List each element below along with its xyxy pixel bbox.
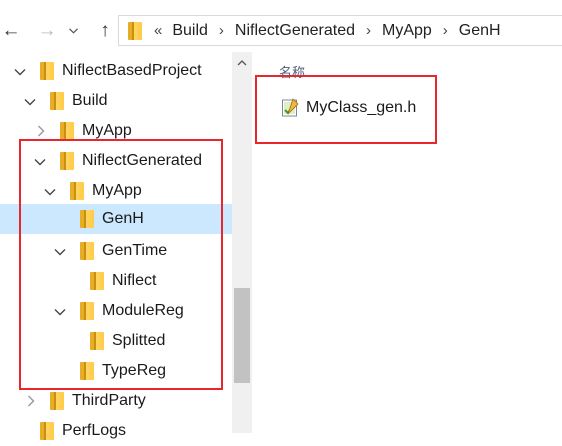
folder-icon: [40, 62, 54, 80]
tree-item-niflect[interactable]: Niflect: [0, 266, 232, 296]
navigation-tree: NiflectBasedProject Build MyApp NiflectG…: [0, 52, 232, 440]
folder-icon: [40, 422, 54, 440]
navigation-bar: ← → ↑ « Build › NiflectGenerated › MyApp…: [0, 0, 562, 60]
forward-button[interactable]: →: [36, 18, 58, 44]
scroll-up-button[interactable]: [232, 52, 252, 74]
column-header-name[interactable]: 名称: [279, 62, 305, 81]
tree-item-label: GenH: [102, 210, 144, 227]
tree-item-label: PerfLogs: [62, 422, 127, 439]
scrollbar-thumb[interactable]: [234, 288, 250, 383]
folder-icon: [60, 122, 74, 140]
folder-icon: [128, 21, 142, 40]
chevron-down-icon: [68, 28, 78, 34]
tree-item-label: MyApp: [92, 182, 142, 199]
folder-icon: [80, 210, 94, 228]
tree-item-niflectgenerated[interactable]: NiflectGenerated: [0, 146, 232, 176]
chevron-down-icon[interactable]: [34, 156, 46, 168]
tree-item-build[interactable]: Build: [0, 86, 232, 116]
tree-item-label: TypeReg: [102, 362, 167, 379]
tree-item-genh[interactable]: GenH: [0, 204, 232, 234]
arrow-up-icon: ↑: [100, 20, 110, 41]
chevron-down-icon[interactable]: [14, 66, 26, 78]
tree-item-modulereg[interactable]: ModuleReg: [0, 296, 232, 326]
folder-icon: [70, 182, 84, 200]
breadcrumb-separator[interactable]: ›: [443, 22, 448, 39]
file-name: MyClass_gen.h: [306, 99, 417, 116]
breadcrumb-separator[interactable]: ›: [366, 22, 371, 39]
address-bar[interactable]: « Build › NiflectGenerated › MyApp › Gen…: [118, 15, 562, 46]
tree-item-typereg[interactable]: TypeReg: [0, 356, 232, 386]
folder-icon: [60, 152, 74, 170]
tree-item-splitted[interactable]: Splitted: [0, 326, 232, 356]
folder-icon: [80, 302, 94, 320]
arrow-right-icon: →: [37, 20, 57, 41]
tree-item-label: ThirdParty: [72, 392, 146, 409]
folder-icon: [80, 242, 94, 260]
tree-item-label: Niflect: [112, 272, 157, 289]
tree-item-label: MyApp: [82, 122, 132, 139]
breadcrumb-myapp[interactable]: MyApp: [382, 22, 432, 40]
folder-icon: [50, 392, 64, 410]
chevron-up-icon: [237, 60, 247, 66]
folder-icon: [90, 272, 104, 290]
chevron-down-icon[interactable]: [44, 186, 56, 198]
breadcrumb-separator[interactable]: ›: [219, 22, 224, 39]
tree-item-gentime[interactable]: GenTime: [0, 236, 232, 266]
chevron-right-icon[interactable]: [35, 125, 47, 137]
folder-icon: [90, 332, 104, 350]
file-item-myclass-gen-h[interactable]: MyClass_gen.h: [281, 96, 416, 120]
address-overflow-chevron[interactable]: «: [154, 22, 162, 39]
tree-item-myapp-generated[interactable]: MyApp: [0, 176, 232, 206]
recent-locations-button[interactable]: [66, 18, 80, 44]
folder-icon: [50, 92, 64, 110]
tree-item-label: GenTime: [102, 242, 168, 259]
breadcrumb-genh[interactable]: GenH: [459, 22, 501, 40]
breadcrumb-niflectgenerated[interactable]: NiflectGenerated: [235, 22, 355, 40]
chevron-down-icon[interactable]: [54, 246, 66, 258]
tree-item-thirdparty[interactable]: ThirdParty: [0, 386, 232, 416]
tree-item-label: Splitted: [112, 332, 166, 349]
tree-item-label: ModuleReg: [102, 302, 184, 319]
tree-item-niflectbasedproject[interactable]: NiflectBasedProject: [0, 56, 232, 86]
arrow-left-icon: ←: [1, 20, 21, 41]
up-button[interactable]: ↑: [94, 18, 116, 44]
tree-item-label: NiflectBasedProject: [62, 62, 202, 79]
chevron-down-icon[interactable]: [54, 306, 66, 318]
back-button[interactable]: ←: [0, 18, 22, 44]
tree-scrollbar[interactable]: [232, 52, 252, 433]
breadcrumb-build[interactable]: Build: [172, 22, 208, 40]
chevron-down-icon[interactable]: [24, 96, 36, 108]
tree-item-label: Build: [72, 92, 108, 109]
tree-item-myapp[interactable]: MyApp: [0, 116, 232, 146]
tree-item-perflogs[interactable]: PerfLogs: [0, 416, 232, 446]
tree-item-label: NiflectGenerated: [82, 152, 203, 169]
folder-icon: [80, 362, 94, 380]
chevron-right-icon[interactable]: [25, 395, 37, 407]
h-file-icon: [282, 98, 299, 117]
